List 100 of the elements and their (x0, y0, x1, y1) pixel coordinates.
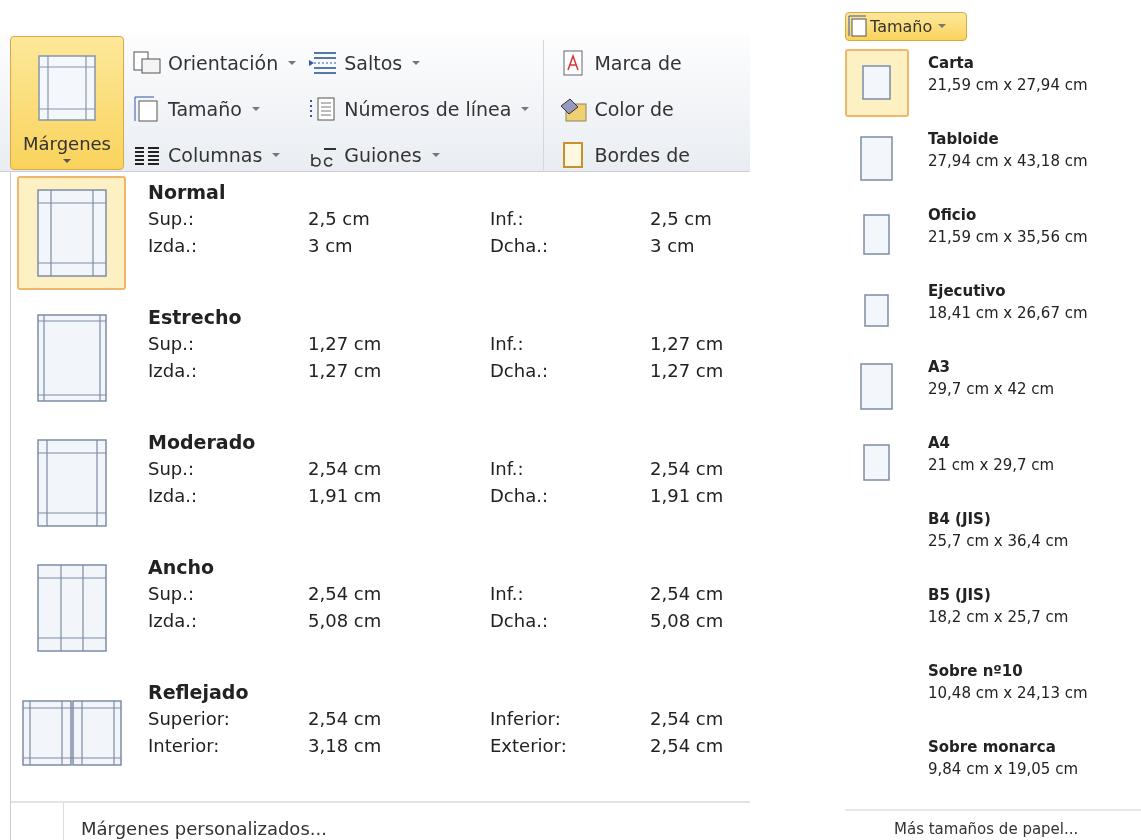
ribbon-button[interactable]: Color de (554, 88, 694, 130)
ribbon-button[interactable]: Marca de (554, 42, 694, 84)
paper-dimensions: 9,84 cm x 19,05 cm (928, 758, 1078, 780)
paper-size-name: Sobre monarca (928, 736, 1057, 758)
margin-value: Sup.: (148, 332, 196, 356)
preset-name: Estrecho (148, 305, 243, 330)
margin-value: 1,27 cm (308, 359, 383, 383)
margin-value: 2,54 cm (650, 582, 725, 606)
page-margins-icon (36, 564, 107, 652)
paper-size-item[interactable]: B4 (JIS) 25,7 cm x 36,4 cm (845, 504, 1141, 581)
paper-size-item[interactable]: Oficio 21,59 cm x 35,56 cm (845, 200, 1141, 277)
paper-size-name: Carta (928, 52, 975, 74)
ribbon-button[interactable]: Números de línea (304, 88, 534, 130)
margin-value: Dcha.: (490, 359, 549, 383)
margin-value: Dcha.: (490, 234, 549, 258)
preset-name: Ancho (148, 555, 216, 580)
paper-size-item[interactable]: Tabloide 27,94 cm x 43,18 cm (845, 124, 1141, 201)
margin-value: Exterior: (490, 734, 568, 758)
margin-value: Inf.: (490, 207, 525, 231)
ribbon-button[interactable]: Tamaño (128, 88, 301, 130)
margin-value: Sup.: (148, 207, 196, 231)
paper-size-item[interactable]: A3 29,7 cm x 42 cm (845, 352, 1141, 429)
margin-value: 2,54 cm (308, 707, 383, 731)
page-icon (864, 293, 890, 328)
margin-value: 2,5 cm (650, 207, 713, 231)
margin-value: Superior: (148, 707, 231, 731)
margin-value: 2,54 cm (650, 457, 725, 481)
margin-value: Sup.: (148, 582, 196, 606)
margin-value: Sup.: (148, 457, 196, 481)
margin-value: Izda.: (148, 234, 198, 258)
paper-size-name: Ejecutivo (928, 280, 1007, 302)
margin-value: 1,27 cm (650, 359, 725, 383)
page-icon (863, 213, 891, 256)
paper-dimensions: 10,48 cm x 24,13 cm (928, 682, 1088, 704)
custom-margins-item[interactable]: Márgenes personalizados... (63, 803, 327, 840)
margin-value: Izda.: (148, 359, 198, 383)
page-margins-icon (38, 55, 96, 121)
margin-value: 3 cm (650, 234, 696, 258)
margin-value: Izda.: (148, 484, 198, 508)
margin-value: 5,08 cm (650, 609, 725, 633)
preset-name: Normal (148, 180, 227, 205)
margin-value: Dcha.: (490, 609, 549, 633)
margin-value: 2,5 cm (308, 207, 371, 231)
margin-preset-item[interactable]: Reflejado Superior: 2,54 cm Inferior: 2,54 cm Interior: 3,18 cm Exterior: 2,54 cm (11, 676, 750, 801)
ribbon-button[interactable]: Saltos (304, 42, 534, 84)
margin-value: 2,54 cm (308, 582, 383, 606)
paper-dimensions: 29,7 cm x 42 cm (928, 378, 1055, 400)
paper-dimensions: 25,7 cm x 36,4 cm (928, 530, 1069, 552)
paper-dimensions: 21,59 cm x 27,94 cm (928, 74, 1088, 96)
preset-name: Moderado (148, 430, 257, 455)
paper-size-item[interactable]: B5 (JIS) 18,2 cm x 25,7 cm (845, 580, 1141, 657)
paper-size-name: A3 (928, 356, 952, 378)
margin-preset-item[interactable]: Ancho Sup.: 2,54 cm Inf.: 2,54 cm Izda.: 5,08 cm Dcha.: 5,08 cm (11, 551, 750, 676)
margin-preset-item[interactable]: Estrecho Sup.: 1,27 cm Inf.: 1,27 cm Izda.: 1,27 cm Dcha.: 1,27 cm (11, 301, 750, 426)
paper-size-item[interactable]: A4 21 cm x 29,7 cm (845, 428, 1141, 505)
paper-size-name: Oficio (928, 204, 978, 226)
size-button[interactable]: Tamaño (845, 12, 967, 41)
page-margins-icon (36, 439, 107, 527)
margin-value: 2,54 cm (650, 734, 725, 758)
paper-size-name: Sobre nº10 (928, 660, 1024, 682)
margin-value: Izda.: (148, 609, 198, 633)
paper-size-item[interactable]: Sobre nº10 10,48 cm x 24,13 cm (845, 656, 1141, 733)
ribbon-button[interactable]: Orientación (128, 42, 301, 84)
paper-dimensions: 21 cm x 29,7 cm (928, 454, 1055, 476)
paper-size-name: B4 (JIS) (928, 508, 992, 530)
paper-size-name: A4 (928, 432, 952, 454)
margin-value: Inf.: (490, 457, 525, 481)
margin-preset-item[interactable]: Moderado Sup.: 2,54 cm Inf.: 2,54 cm Izda.: 1,91 cm Dcha.: 1,91 cm (11, 426, 750, 551)
page-icon (863, 443, 891, 482)
margins-button[interactable]: Márgenes (10, 36, 124, 170)
page-size-icon (848, 15, 868, 38)
ribbon-button[interactable]: Bordes de (554, 134, 694, 176)
margin-value: 1,91 cm (650, 484, 725, 508)
margin-preset-item[interactable]: Normal Sup.: 2,5 cm Inf.: 2,5 cm Izda.: 3 cm Dcha.: 3 cm (11, 176, 750, 301)
margin-value: 5,08 cm (308, 609, 383, 633)
margin-value: Inf.: (490, 582, 525, 606)
margin-value: Interior: (148, 734, 221, 758)
paper-dimensions: 27,94 cm x 43,18 cm (928, 150, 1088, 172)
margin-value: Dcha.: (490, 484, 549, 508)
paper-size-item[interactable]: Ejecutivo 18,41 cm x 26,67 cm (845, 276, 1141, 353)
page-icon (862, 64, 892, 101)
preset-name: Reflejado (148, 680, 250, 705)
margin-value: 3,18 cm (308, 734, 383, 758)
paper-size-name: B5 (JIS) (928, 584, 992, 606)
page-icon (860, 135, 894, 182)
paper-size-item[interactable]: Sobre monarca 9,84 cm x 19,05 cm (845, 732, 1141, 809)
more-sizes-item[interactable]: Más tamaños de papel... (877, 810, 1079, 840)
margin-value: 1,27 cm (308, 332, 383, 356)
ribbon-button[interactable]: Guiones (304, 134, 534, 176)
paper-dimensions: 18,2 cm x 25,7 cm (928, 606, 1069, 628)
margin-value: 1,27 cm (650, 332, 725, 356)
paper-size-item[interactable]: Carta 21,59 cm x 27,94 cm (845, 48, 1141, 125)
page-icon (132, 50, 162, 76)
paint-bucket-icon (558, 96, 589, 122)
margin-value: 3 cm (308, 234, 354, 258)
margin-value: Inf.: (490, 332, 525, 356)
page-margins-icon (36, 189, 107, 277)
ribbon-button[interactable]: Columnas (128, 134, 301, 176)
page-margins-icon (36, 314, 107, 402)
paper-dimensions: 21,59 cm x 35,56 cm (928, 226, 1088, 248)
